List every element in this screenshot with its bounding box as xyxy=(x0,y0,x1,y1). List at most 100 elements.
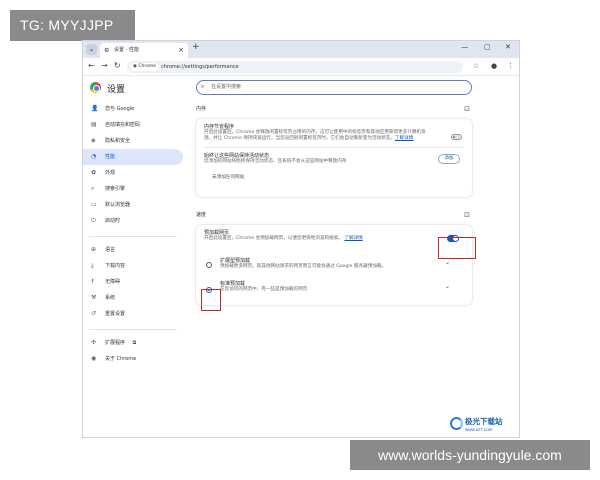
shield-icon: ◈ xyxy=(91,137,96,144)
sidebar-item-label: 您与 Google xyxy=(105,106,135,112)
sidebar-item-reset[interactable]: ↺ 重置设置 xyxy=(83,306,183,322)
memory-section-heading: 内存 ⊡ xyxy=(196,101,472,117)
watermark-logo: 极光下载站 www.xz7.com xyxy=(450,415,518,437)
tab-settings-performance[interactable]: ⚙ 设置 - 性能 × xyxy=(100,43,188,58)
speedometer-icon: ◔ xyxy=(91,153,97,160)
accessibility-icon: ☨ xyxy=(91,278,95,285)
sidebar: 👤 您与 Google ▤ 自动填充和密码 ◈ 隐私和安全 ◔ 性能 ✿ 外观 ⌕ 搜索引擎… xyxy=(83,101,183,367)
palette-icon: ✿ xyxy=(91,169,97,176)
sidebar-item-label: 系统 xyxy=(105,295,116,301)
sidebar-item-languages[interactable]: ⊕ 语言 xyxy=(83,242,183,258)
feedback-icon[interactable]: ⊡ xyxy=(464,207,470,223)
sidebar-item-label: 扩展程序 xyxy=(105,340,126,346)
person-icon: 👤 xyxy=(91,105,99,112)
maximize-icon[interactable]: ▢ xyxy=(484,43,491,51)
sidebar-item-downloads[interactable]: ⤓ 下载内容 xyxy=(83,258,183,274)
preload-desc: 开启此设置后，Chrome 会预加载网页，以便您更快地浏览和搜索。 了解详情 xyxy=(204,236,426,242)
sidebar-item-label: 关于 Chrome xyxy=(105,356,137,362)
feedback-icon[interactable]: ⊡ xyxy=(464,101,470,117)
chevron-down-icon[interactable]: ⌄ xyxy=(445,283,450,290)
download-icon: ⤓ xyxy=(91,262,94,269)
no-sites-text: 未添加任何网站 xyxy=(212,175,245,180)
sidebar-item-label: 重置设置 xyxy=(105,311,126,317)
search-placeholder: 在设置中搜索 xyxy=(211,84,242,90)
speed-section-heading: 速度 ⊡ xyxy=(196,207,472,223)
chrome-icon: ◉ xyxy=(91,355,97,362)
external-link-icon: ⧉ xyxy=(132,340,137,346)
standard-preload-option[interactable]: 标准预加载 在您访问的网页中，有一些是预加载的网页 xyxy=(196,275,472,299)
globe-icon: ⊕ xyxy=(91,246,97,253)
puzzle-icon: ✣ xyxy=(91,339,97,346)
profile-icon[interactable]: ● xyxy=(491,62,497,70)
extended-preload-desc: 预加载更多网页。就其他网站请求的网页而言可能会通过 Google 服务器预加载。 xyxy=(220,264,387,269)
tab-title: 设置 - 性能 xyxy=(114,47,139,53)
sidebar-item-on-startup[interactable]: ⏻ 启动时 xyxy=(83,213,183,229)
always-active-row: 始终让这些网站保持活动状态 您添加的网站将始终保持活动状态，且系统不会从这些网站… xyxy=(196,148,472,170)
sidebar-item-about-chrome[interactable]: ◉ 关于 Chrome xyxy=(83,351,183,367)
browser-icon: ▭ xyxy=(91,201,97,208)
browser-window: ⌄ ⚙ 设置 - 性能 × + — ▢ ✕ ← → ↻ ◉ Chrome chr… xyxy=(82,40,520,438)
memory-heading-text: 内存 xyxy=(196,106,207,112)
watermark-title: 极光下载站 xyxy=(465,417,503,426)
search-icon: ⌕ xyxy=(91,185,95,192)
swirl-logo-icon xyxy=(450,417,463,430)
chevron-down-icon[interactable]: ⌄ xyxy=(445,259,450,266)
sidebar-item-label: 自动填充和密码 xyxy=(105,122,141,128)
sidebar-item-accessibility[interactable]: ☨ 无障碍 xyxy=(83,274,183,290)
toggle-highlight-box xyxy=(438,237,476,259)
memory-card: 内存节省程序 开启此设置后，Chrome 会释放闲置标签页占用的内存。这可让使用… xyxy=(196,119,472,197)
chevron-down-icon[interactable]: ⌄ xyxy=(86,44,97,55)
sidebar-item-label: 隐私和安全 xyxy=(105,138,131,144)
new-tab-button[interactable]: + xyxy=(192,42,200,52)
tag-overlay: TG: MYYJJPP xyxy=(10,10,135,41)
sidebar-item-extensions[interactable]: ✣ 扩展程序 ⧉ xyxy=(83,335,183,351)
settings-search-input[interactable]: ⌕ 在设置中搜索 xyxy=(196,80,472,95)
sidebar-item-label: 语言 xyxy=(105,247,116,253)
clipboard-icon: ▤ xyxy=(91,121,97,128)
close-icon[interactable]: × xyxy=(178,43,184,58)
sidebar-item-label: 启动时 xyxy=(105,218,121,224)
menu-dots-icon[interactable]: ⋮ xyxy=(507,62,514,70)
toolbar: ← → ↻ ◉ Chrome chrome://settings/perform… xyxy=(83,58,519,76)
sidebar-item-performance[interactable]: ◔ 性能 xyxy=(83,149,183,165)
forward-icon[interactable]: → xyxy=(101,61,108,70)
memory-saver-desc-text: 开启此设置后，Chrome 会释放闲置标签页占用的内存。这可让使用中的标签页和其… xyxy=(204,130,426,141)
sidebar-item-system[interactable]: ⚒ 系统 xyxy=(83,290,183,306)
sidebar-item-autofill[interactable]: ▤ 自动填充和密码 xyxy=(83,117,183,133)
chrome-logo-icon xyxy=(90,82,101,93)
sidebar-item-privacy[interactable]: ◈ 隐私和安全 xyxy=(83,133,183,149)
memory-learn-more-link[interactable]: 了解详情 xyxy=(395,136,413,141)
chip-label: Chrome xyxy=(138,64,157,69)
sidebar-item-search-engine[interactable]: ⌕ 搜索引擎 xyxy=(83,181,183,197)
star-icon[interactable]: ☆ xyxy=(473,62,479,70)
memory-saver-toggle[interactable] xyxy=(451,134,462,140)
sidebar-item-label: 搜索引擎 xyxy=(105,186,126,192)
sidebar-item-default-browser[interactable]: ▭ 默认浏览器 xyxy=(83,197,183,213)
extended-preload-option[interactable]: 扩展型预加载 预加载更多网页。就其他网站请求的网页而言可能会通过 Google … xyxy=(196,251,472,275)
power-icon: ⏻ xyxy=(91,217,96,224)
tab-strip: ⌄ ⚙ 设置 - 性能 × + — ▢ ✕ xyxy=(83,41,519,58)
memory-saver-row: 内存节省程序 开启此设置后，Chrome 会释放闲置标签页占用的内存。这可让使用… xyxy=(196,119,472,147)
sidebar-item-label: 无障碍 xyxy=(105,279,121,285)
standard-preload-desc: 在您访问的网页中，有一些是预加载的网页 xyxy=(220,287,308,292)
memory-saver-desc: 开启此设置后，Chrome 会释放闲置标签页占用的内存。这可让使用中的标签页和其… xyxy=(204,130,432,142)
settings-content: 内存 ⊡ 内存节省程序 开启此设置后，Chrome 会释放闲置标签页占用的内存。… xyxy=(196,101,472,305)
site-chip[interactable]: ◉ Chrome xyxy=(130,63,160,71)
watermark-url: www.xz7.com xyxy=(465,427,493,432)
site-overlay: www.worlds-yundingyule.com xyxy=(350,440,590,470)
close-window-icon[interactable]: ✕ xyxy=(505,43,511,51)
add-site-button[interactable]: 添加 xyxy=(438,154,460,164)
sidebar-item-label: 性能 xyxy=(105,154,116,160)
sidebar-item-appearance[interactable]: ✿ 外观 xyxy=(83,165,183,181)
settings-header: 设置 ⌕ 在设置中搜索 xyxy=(83,77,519,99)
back-icon[interactable]: ← xyxy=(88,61,95,70)
wrench-icon: ⚒ xyxy=(91,294,97,301)
minimize-icon[interactable]: — xyxy=(461,43,468,51)
sidebar-item-you-and-google[interactable]: 👤 您与 Google xyxy=(83,101,183,117)
reload-icon[interactable]: ↻ xyxy=(114,61,121,70)
extended-preload-radio[interactable] xyxy=(206,262,212,268)
address-bar[interactable]: ◉ Chrome chrome://settings/performance xyxy=(127,61,463,73)
preload-learn-more-link[interactable]: 了解详情 xyxy=(344,236,362,241)
speed-heading-text: 速度 xyxy=(196,212,207,218)
chrome-chip-icon: ◉ xyxy=(133,64,137,69)
